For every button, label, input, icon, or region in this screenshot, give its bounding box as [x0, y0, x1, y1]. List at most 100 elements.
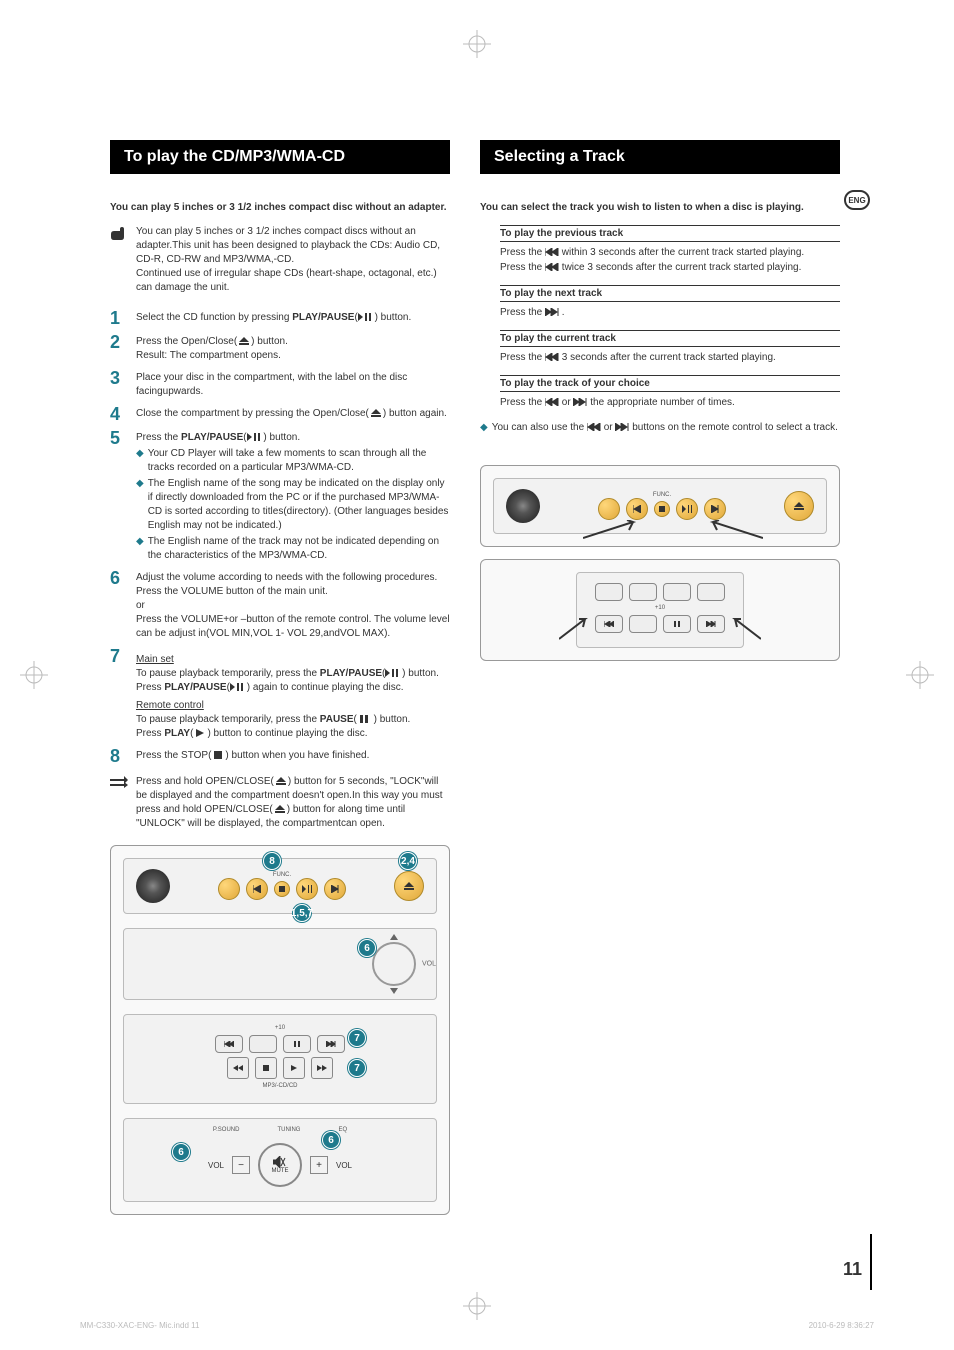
callout-marker: 2,4	[399, 852, 417, 870]
play-pause-icon	[385, 669, 399, 677]
skip-next-icon	[545, 308, 559, 316]
page-number: 11	[843, 1259, 862, 1280]
remote-rewind-button[interactable]	[227, 1057, 249, 1079]
figure-right-remote: +10	[480, 559, 840, 661]
remote-generic-button[interactable]	[629, 583, 657, 601]
remote-skip-prev-button[interactable]	[215, 1035, 243, 1053]
subsection-body: Press the within 3 seconds after the cur…	[500, 245, 840, 275]
callout-marker: 1,5,7	[293, 904, 311, 922]
step-number: 2	[110, 333, 126, 363]
play-pause-icon	[230, 683, 244, 691]
eject-button[interactable]	[394, 871, 424, 901]
remote-skip-prev-button[interactable]	[595, 615, 623, 633]
eject-icon	[794, 502, 804, 510]
step-number: 7	[110, 647, 126, 741]
remote-play-button[interactable]	[283, 1057, 305, 1079]
figure-main-unit: FUNC. 8 2,4 1,5,7	[110, 845, 450, 1215]
intro-right: You can select the track you wish to lis…	[480, 202, 840, 213]
stop-icon	[659, 506, 665, 512]
skip-next-icon	[706, 621, 716, 627]
skip-prev-button[interactable]	[626, 498, 648, 520]
skip-prev-icon	[224, 1041, 234, 1047]
pause-icon	[294, 1041, 300, 1047]
footer-right: 2010-6-29 8:36:27	[809, 1321, 874, 1330]
note-block: You can play 5 inches or 3 1/2 inches co…	[136, 225, 450, 295]
subsection-heading: To play the previous track	[500, 225, 840, 242]
registration-mark-icon	[463, 30, 491, 58]
pause-icon	[357, 715, 371, 723]
callout-marker: 7	[348, 1029, 366, 1047]
remote-generic-button[interactable]	[249, 1035, 277, 1053]
remote-generic-button[interactable]	[595, 583, 623, 601]
registration-mark-icon	[463, 1292, 491, 1320]
step-2: Press the Open/Close() button. Result: T…	[136, 333, 288, 363]
remote-generic-button[interactable]	[663, 583, 691, 601]
diamond-bullet-icon: ◆	[480, 420, 488, 435]
skip-next-icon	[573, 398, 587, 406]
remote-note: You can also use the or buttons on the r…	[492, 420, 838, 435]
skip-next-button[interactable]	[704, 498, 726, 520]
skip-next-button[interactable]	[324, 878, 346, 900]
remote-generic-button[interactable]	[697, 583, 725, 601]
vol-minus-button[interactable]: −	[232, 1156, 250, 1174]
speaker-icon	[136, 869, 170, 903]
eject-icon	[237, 337, 251, 345]
remote-pause-button[interactable]	[663, 615, 691, 633]
func-button[interactable]	[598, 498, 620, 520]
play-pause-button[interactable]	[296, 878, 318, 900]
remote-ffwd-button[interactable]	[311, 1057, 333, 1079]
figure-right-top: FUNC.	[480, 465, 840, 547]
step-6: Adjust the volume according to needs wit…	[136, 569, 450, 641]
skip-prev-icon	[545, 248, 559, 256]
step-number: 6	[110, 569, 126, 641]
remote-generic-button[interactable]	[629, 615, 657, 633]
stop-button[interactable]	[274, 881, 290, 897]
skip-prev-icon	[545, 263, 559, 271]
step-number: 8	[110, 747, 126, 765]
play-pause-button[interactable]	[676, 498, 698, 520]
subsection-heading: To play the current track	[500, 330, 840, 347]
subsection-body: Press the 3 seconds after the current tr…	[500, 350, 840, 365]
play-icon	[193, 729, 207, 737]
skip-prev-icon	[604, 621, 614, 627]
eject-icon	[273, 805, 287, 813]
remote-skip-next-button[interactable]	[317, 1035, 345, 1053]
diamond-bullet-icon: ◆	[136, 535, 144, 563]
play-pause-icon	[302, 885, 312, 893]
stop-button[interactable]	[654, 501, 670, 517]
section-title-right: Selecting a Track	[480, 140, 840, 174]
callout-marker: 6	[322, 1131, 340, 1149]
stop-icon	[279, 886, 285, 892]
step-3: Place your disc in the compartment, with…	[136, 369, 450, 399]
hand-point-icon	[110, 227, 128, 241]
subsection-body: Press the .	[500, 305, 840, 320]
remote-skip-next-button[interactable]	[697, 615, 725, 633]
registration-mark-icon	[20, 661, 48, 689]
step-number: 4	[110, 405, 126, 423]
intro-left: You can play 5 inches or 3 1/2 inches co…	[110, 202, 450, 213]
play-pause-icon	[358, 313, 372, 321]
callout-arrow-icon	[731, 617, 761, 641]
vol-plus-button[interactable]: +	[310, 1156, 328, 1174]
step-number: 5	[110, 429, 126, 563]
callout-marker: 7	[348, 1059, 366, 1077]
skip-prev-icon	[253, 885, 261, 893]
callout-arrow-icon	[583, 520, 643, 540]
language-badge: ENG	[844, 190, 870, 210]
callout-marker: 8	[263, 852, 281, 870]
eject-button[interactable]	[784, 491, 814, 521]
remote-stop-button[interactable]	[255, 1057, 277, 1079]
play-icon	[291, 1065, 297, 1071]
remote-pause-button[interactable]	[283, 1035, 311, 1053]
subsection-heading: To play the track of your choice	[500, 375, 840, 392]
step-7: Main set To pause playback temporarily, …	[136, 647, 439, 741]
callout-marker: 6	[172, 1143, 190, 1161]
volume-wheel[interactable]	[372, 942, 416, 986]
rewind-icon	[233, 1065, 243, 1071]
callout-arrow-icon	[559, 617, 589, 641]
skip-prev-icon	[633, 505, 641, 513]
skip-prev-button[interactable]	[246, 878, 268, 900]
func-button[interactable]	[218, 878, 240, 900]
play-pause-icon	[247, 433, 261, 441]
mute-button[interactable]: MUTE	[258, 1143, 302, 1187]
